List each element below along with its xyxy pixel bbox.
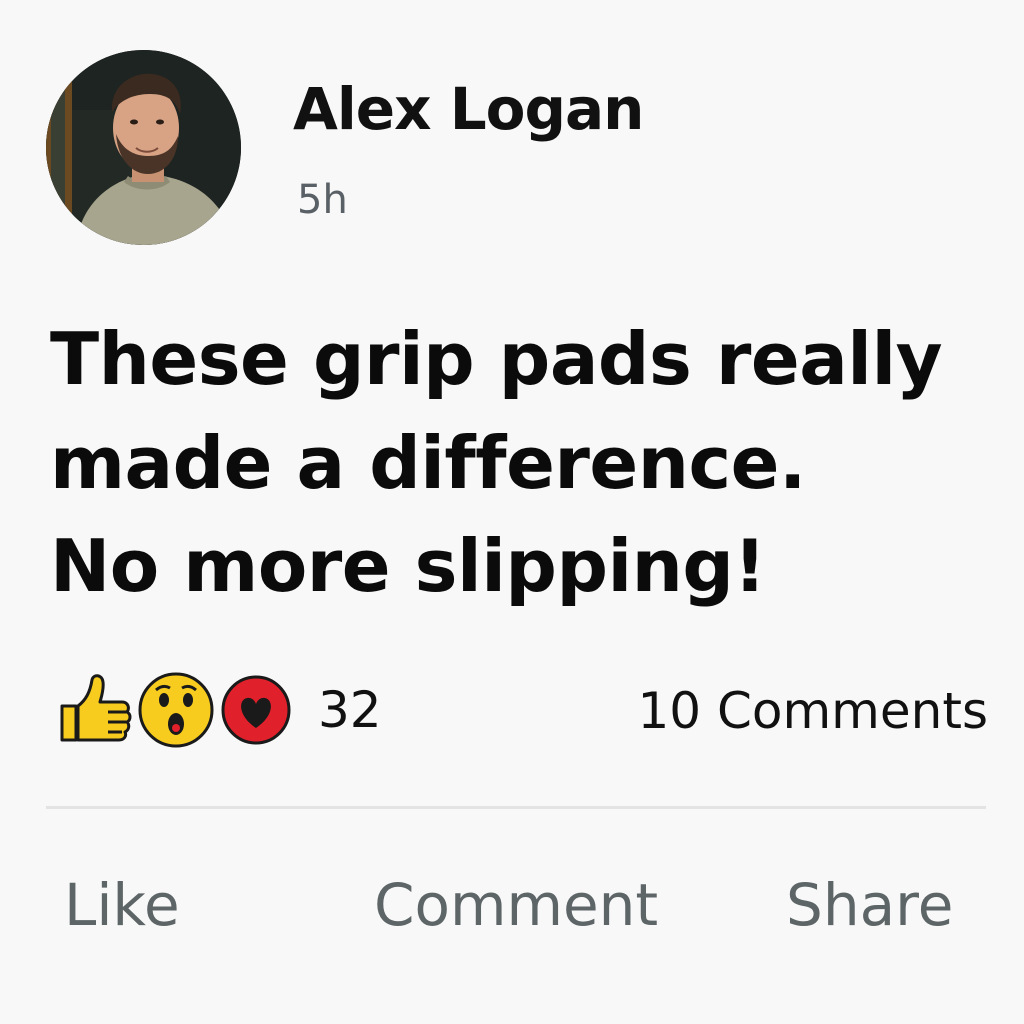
avatar-photo [46, 50, 241, 245]
comments-count-link[interactable]: 10 Comments [637, 686, 988, 736]
author-name[interactable]: Alex Logan [293, 80, 644, 138]
reactions-summary[interactable]: 32 [56, 670, 382, 750]
divider [46, 806, 986, 809]
post-text-line: No more slipping! [50, 524, 766, 609]
social-post: Alex Logan 5h These grip pads really mad… [0, 0, 1024, 1024]
post-timestamp[interactable]: 5h [297, 180, 348, 220]
avatar[interactable] [46, 50, 241, 245]
thumbs-up-icon [60, 674, 132, 742]
wow-face-icon [138, 672, 214, 748]
comment-button[interactable]: Comment [374, 876, 658, 934]
share-button[interactable]: Share [786, 876, 953, 934]
heart-icon [221, 675, 291, 745]
post-body: These grip pads really made a difference… [50, 308, 990, 619]
like-button[interactable]: Like [64, 876, 180, 934]
post-text-line: made a difference. [50, 420, 806, 505]
reaction-count: 32 [318, 681, 382, 739]
post-text-line: These grip pads really [50, 317, 943, 401]
